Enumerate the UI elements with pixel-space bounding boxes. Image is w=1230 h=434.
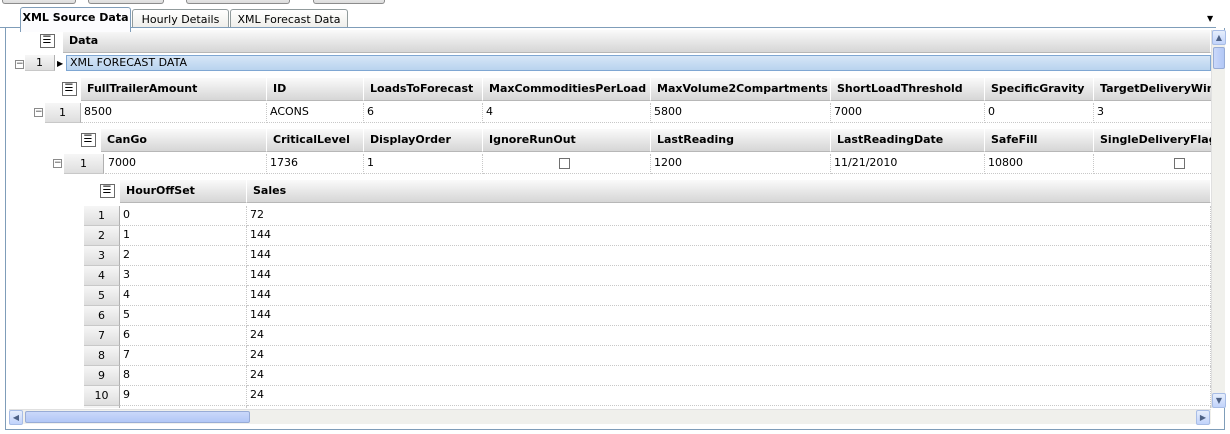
band3-row-selector[interactable]: 2: [84, 226, 120, 246]
band3-column-chooser-icon[interactable]: ☰: [96, 180, 118, 202]
band3-cell-sales[interactable]: 24: [247, 346, 1211, 366]
band1-cell[interactable]: 4: [483, 103, 651, 123]
band3-row-selector[interactable]: 9: [84, 366, 120, 386]
column-header-cango[interactable]: CanGo: [101, 129, 267, 152]
scroll-left-icon[interactable]: ◀: [9, 410, 23, 425]
band2-cell[interactable]: [483, 154, 651, 174]
band3-cell-houroffset[interactable]: 7: [120, 346, 247, 366]
band1-column-chooser-icon[interactable]: ☰: [58, 78, 80, 100]
band1-cell[interactable]: 5800: [651, 103, 831, 123]
band3-row-selector[interactable]: 7: [84, 326, 120, 346]
band3-row-selector[interactable]: 4: [84, 266, 120, 286]
tab-strip: XML Source Data Hourly Details XML Forec…: [0, 4, 1230, 32]
band3-cell-sales[interactable]: 72: [247, 206, 1211, 226]
band3-row-selector[interactable]: 3: [84, 246, 120, 266]
horizontal-scroll-thumb[interactable]: [25, 411, 250, 423]
vertical-scrollbar[interactable]: ▲ ▼: [1211, 30, 1226, 408]
band3-cell-sales[interactable]: 144: [247, 306, 1211, 326]
tab-list-dropdown-icon[interactable]: ▼: [1207, 14, 1217, 24]
column-header-fulltraileramount[interactable]: FullTrailerAmount: [81, 78, 267, 101]
band3-cell-houroffset[interactable]: 9: [120, 386, 247, 406]
row-selector[interactable]: 1: [25, 55, 55, 71]
band1-row-selector[interactable]: 1: [45, 103, 81, 123]
band2-cell[interactable]: [1094, 154, 1211, 174]
band3-cell-sales[interactable]: 144: [247, 286, 1211, 306]
band3-row-selector[interactable]: 8: [84, 346, 120, 366]
band2-cell[interactable]: 10800: [985, 154, 1094, 174]
tab-xml-source-data[interactable]: XML Source Data: [20, 7, 131, 32]
band3-row-selector[interactable]: 1: [84, 206, 120, 226]
band1-collapse-icon[interactable]: −: [34, 108, 43, 117]
column-header-targetdeliverywindow[interactable]: TargetDeliveryWindow: [1094, 78, 1211, 101]
band3-row-selector[interactable]: 5: [84, 286, 120, 306]
band3-cell-sales[interactable]: 24: [247, 326, 1211, 346]
band3-cell-houroffset[interactable]: 3: [120, 266, 247, 286]
data-grid: ☰ Data − 1 ▶ XML FORECAST DATA ☰ FullTrai…: [9, 30, 1211, 408]
band2-cell[interactable]: 1: [364, 154, 483, 174]
column-chooser-icon[interactable]: ☰: [36, 30, 58, 52]
band1-cell[interactable]: ACONS: [267, 103, 364, 123]
band3-cell-sales[interactable]: 144: [247, 246, 1211, 266]
band1-cell[interactable]: 3: [1094, 103, 1211, 123]
band3-cell-partial: [247, 406, 1211, 408]
band3-cell-sales[interactable]: 24: [247, 386, 1211, 406]
band1-cell[interactable]: 7000: [831, 103, 985, 123]
column-header-safefill[interactable]: SafeFill: [985, 129, 1094, 152]
band2-cell[interactable]: 11/21/2010: [831, 154, 985, 174]
band3-cell-sales[interactable]: 144: [247, 266, 1211, 286]
scroll-down-icon[interactable]: ▼: [1212, 393, 1226, 408]
band2-cell[interactable]: 1736: [267, 154, 364, 174]
band2-cell[interactable]: 1200: [651, 154, 831, 174]
tab-content-panel: ☰ Data − 1 ▶ XML FORECAST DATA ☰ FullTrai…: [5, 28, 1226, 430]
band0-header-row: ☰ Data: [9, 30, 1211, 53]
scroll-up-icon[interactable]: ▲: [1212, 30, 1226, 45]
band3-cell-houroffset[interactable]: 8: [120, 366, 247, 386]
column-header-lastreading[interactable]: LastReading: [651, 129, 831, 152]
band3-cell-sales[interactable]: 144: [247, 226, 1211, 246]
column-header-specificgravity[interactable]: SpecificGravity: [985, 78, 1094, 101]
band3-cell-houroffset[interactable]: 2: [120, 246, 247, 266]
column-header-maxcommoditiesperload[interactable]: MaxCommoditiesPerLoad: [483, 78, 651, 101]
vertical-scroll-thumb[interactable]: [1213, 47, 1225, 69]
column-header-singledeliveryflag[interactable]: SingleDeliveryFlag: [1094, 129, 1211, 152]
column-header-loadstoforecast[interactable]: LoadsToForecast: [364, 78, 483, 101]
scroll-right-icon[interactable]: ▶: [1196, 410, 1210, 425]
band2-column-chooser-icon[interactable]: ☰: [77, 129, 99, 151]
column-header-houroffset[interactable]: HourOffSet: [120, 180, 247, 203]
checkbox[interactable]: [1174, 158, 1185, 169]
band3-row-selector[interactable]: 10: [84, 386, 120, 406]
column-header-id[interactable]: ID: [267, 78, 364, 101]
group-row-xml-forecast-data[interactable]: XML FORECAST DATA: [66, 55, 1211, 71]
column-header-criticallevel[interactable]: CriticalLevel: [267, 129, 364, 152]
band3-cell-houroffset[interactable]: 1: [120, 226, 247, 246]
column-header-shortloadthreshold[interactable]: ShortLoadThreshold: [831, 78, 985, 101]
column-header-data[interactable]: Data: [63, 30, 1211, 53]
collapse-icon[interactable]: −: [15, 60, 24, 69]
band3-row-selector-partial[interactable]: [84, 406, 120, 408]
band1-cell[interactable]: 8500: [81, 103, 267, 123]
band1-cell[interactable]: 6: [364, 103, 483, 123]
band1-cell[interactable]: 0: [985, 103, 1094, 123]
band3-cell-partial: [120, 406, 247, 408]
band2-cell[interactable]: 7000: [105, 154, 267, 174]
column-header-displayorder[interactable]: DisplayOrder: [364, 129, 483, 152]
band3-cell-sales[interactable]: 24: [247, 366, 1211, 386]
current-row-arrow-icon: ▶: [57, 59, 64, 68]
band3-cell-houroffset[interactable]: 0: [120, 206, 247, 226]
band3-row-selector[interactable]: 6: [84, 306, 120, 326]
column-header-lastreadingdate[interactable]: LastReadingDate: [831, 129, 985, 152]
band2-collapse-icon[interactable]: −: [53, 159, 62, 168]
column-header-sales[interactable]: Sales: [247, 180, 1211, 203]
band3-cell-houroffset[interactable]: 5: [120, 306, 247, 326]
checkbox[interactable]: [559, 158, 570, 169]
band3-cell-houroffset[interactable]: 4: [120, 286, 247, 306]
column-header-maxvolume2compartments[interactable]: MaxVolume2Compartments: [651, 78, 831, 101]
column-header-ignorerunout[interactable]: IgnoreRunOut: [483, 129, 651, 152]
horizontal-scrollbar[interactable]: ◀ ▶: [9, 409, 1211, 425]
band3-cell-houroffset[interactable]: 6: [120, 326, 247, 346]
band2-row-selector[interactable]: 1: [64, 154, 104, 174]
